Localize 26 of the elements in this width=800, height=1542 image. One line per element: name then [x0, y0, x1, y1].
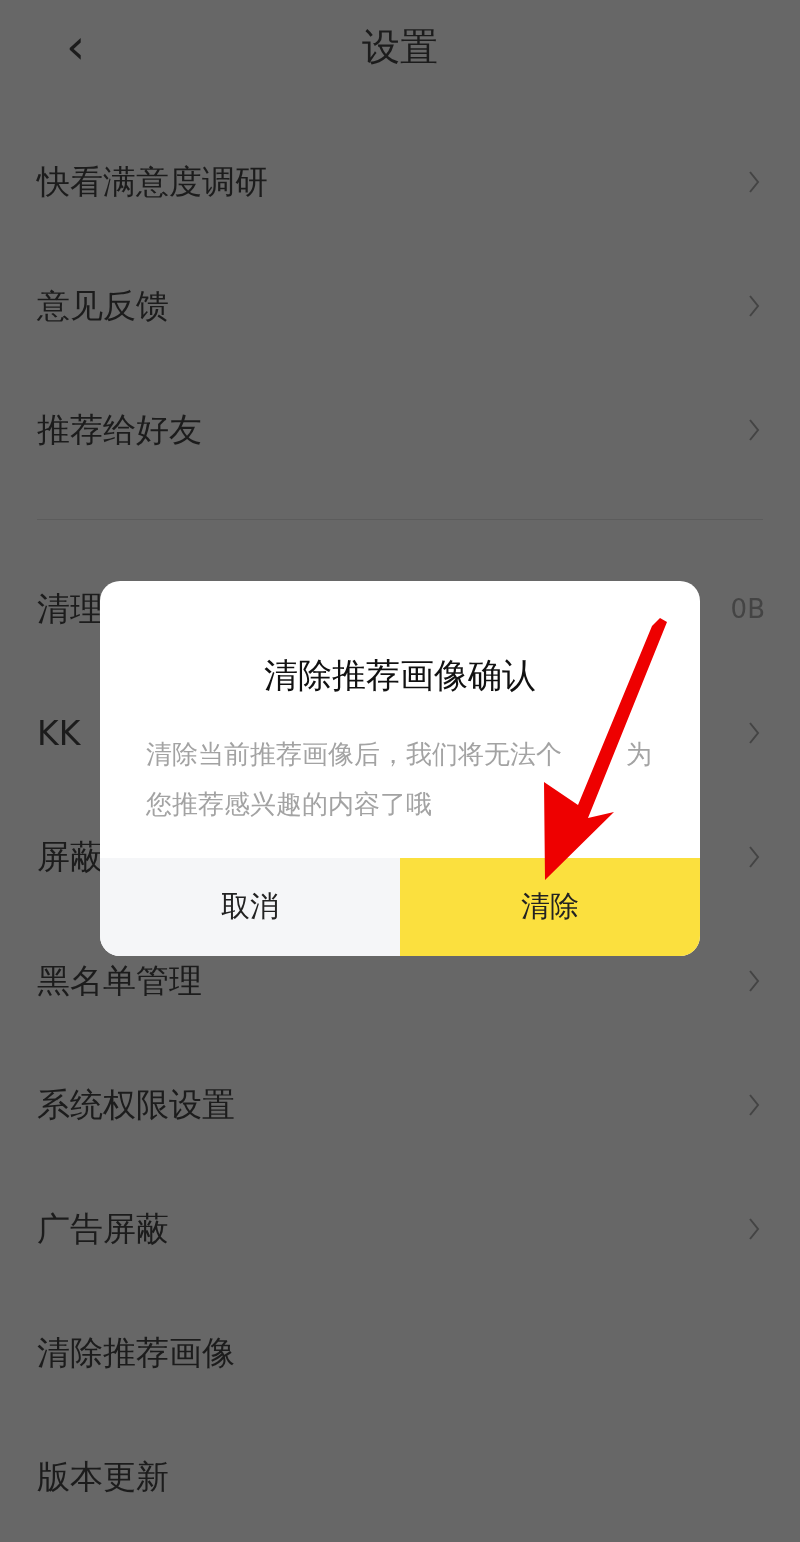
settings-item[interactable]: 快看满意度调研: [37, 159, 268, 205]
settings-item[interactable]: 版本更新: [37, 1454, 169, 1500]
settings-item[interactable]: 屏蔽: [37, 834, 103, 880]
settings-item[interactable]: 黑名单管理: [37, 958, 202, 1004]
chevron-icon: [748, 1093, 760, 1117]
dialog-message: 为: [626, 738, 652, 771]
chevron-icon: [748, 170, 760, 194]
cancel-button[interactable]: 取消: [100, 858, 400, 956]
settings-item[interactable]: 清除推荐画像: [37, 1330, 235, 1376]
settings-item[interactable]: 推荐给好友: [37, 407, 202, 453]
back-button[interactable]: ‹: [66, 18, 86, 74]
chevron-icon: [748, 721, 760, 745]
settings-item[interactable]: 意见反馈: [37, 283, 169, 329]
chevron-icon: [748, 969, 760, 993]
dialog-message: 您推荐感兴趣的内容了哦: [146, 788, 432, 821]
chevron-icon: [748, 1217, 760, 1241]
dialog-title: 清除推荐画像确认: [263, 654, 537, 697]
clear-button[interactable]: 清除: [400, 858, 700, 956]
page-title: 设置: [362, 24, 438, 71]
settings-item[interactable]: KK: [37, 713, 81, 753]
chevron-icon: [748, 418, 760, 442]
settings-item[interactable]: 广告屏蔽: [37, 1206, 169, 1252]
settings-item[interactable]: 系统权限设置: [37, 1082, 235, 1128]
dialog-message: 清除当前推荐画像后，我们将无法个: [146, 738, 562, 771]
chevron-icon: [748, 294, 760, 318]
chevron-icon: [748, 845, 760, 869]
